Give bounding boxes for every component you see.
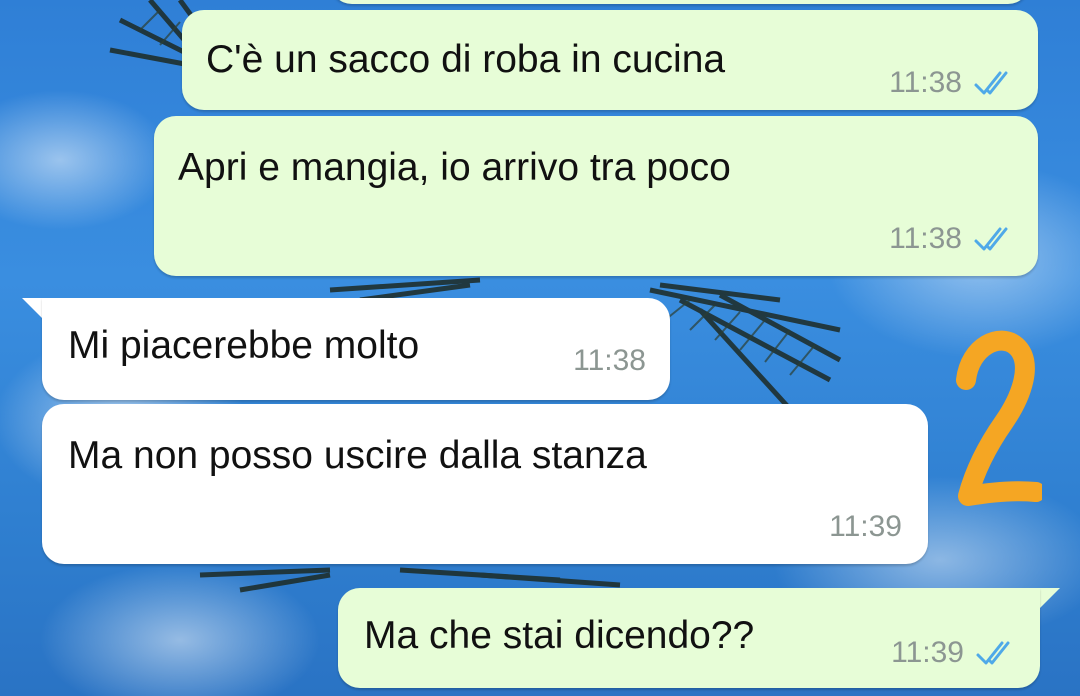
message-text: Ma che stai dicendo?? [364,614,755,657]
message-bubble-outgoing[interactable]: Ma che stai dicendo?? 11:39 [338,588,1040,688]
message-text: Mi piacerebbe molto [68,324,420,367]
message-meta: 11:38 [889,66,1016,100]
number-two-overlay-icon [956,330,1042,506]
message-bubble-outgoing[interactable]: Apri e mangia, io arrivo tra poco 11:38 [154,116,1038,276]
message-bubble-outgoing[interactable]: C'è un sacco di roba in cucina 11:38 [182,10,1038,110]
message-text: Ma non posso uscire dalla stanza [68,434,647,477]
message-text: Apri e mangia, io arrivo tra poco [178,146,731,189]
message-meta: 11:39 [891,636,1018,670]
read-double-check-icon [976,641,1010,665]
read-double-check-icon [974,71,1008,95]
partial-message-bubble [330,0,1030,4]
message-time: 11:38 [573,344,646,377]
read-double-check-icon [974,227,1008,251]
bubble-tail [1038,588,1060,610]
message-bubble-incoming[interactable]: Mi piacerebbe molto 11:38 [42,298,670,400]
message-time: 11:38 [889,222,962,255]
message-meta: 11:39 [829,510,902,544]
message-time: 11:38 [889,66,962,99]
message-time: 11:39 [829,510,902,543]
message-meta: 11:38 [889,222,1016,256]
message-time: 11:39 [891,636,964,669]
bubble-tail [22,298,44,320]
message-meta: 11:38 [573,344,646,378]
message-bubble-incoming[interactable]: Ma non posso uscire dalla stanza 11:39 [42,404,928,564]
message-text: C'è un sacco di roba in cucina [206,38,726,81]
